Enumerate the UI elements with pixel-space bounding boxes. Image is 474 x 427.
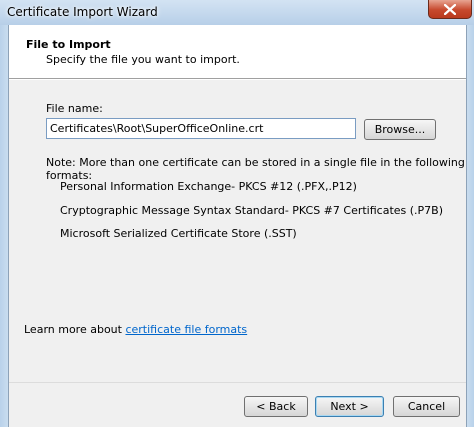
- cancel-button[interactable]: Cancel: [393, 396, 460, 417]
- file-name-label: File name:: [46, 102, 103, 115]
- header-divider: [9, 78, 466, 80]
- window-title: Certificate Import Wizard: [7, 5, 158, 19]
- close-button[interactable]: [428, 0, 472, 19]
- page-title: File to Import: [26, 38, 111, 51]
- format-item-p7b: Cryptographic Message Syntax Standard- P…: [60, 204, 444, 217]
- formats-note: Note: More than one certificate can be s…: [46, 156, 465, 182]
- file-name-input[interactable]: [46, 118, 356, 139]
- learn-more-prefix: Learn more about: [24, 323, 126, 336]
- footer-divider: [9, 382, 466, 383]
- format-item-pfx: Personal Information Exchange- PKCS #12 …: [60, 180, 357, 193]
- wizard-dialog: File to Import Specify the file you want…: [8, 25, 467, 427]
- learn-more-text: Learn more about certificate file format…: [24, 323, 247, 336]
- back-button[interactable]: < Back: [244, 396, 308, 417]
- title-bar[interactable]: Certificate Import Wizard: [0, 0, 474, 25]
- wizard-header: File to Import Specify the file you want…: [9, 25, 466, 78]
- window-frame-right: [467, 25, 474, 427]
- browse-button[interactable]: Browse...: [364, 119, 436, 140]
- certificate-formats-link[interactable]: certificate file formats: [125, 323, 247, 336]
- page-subtitle: Specify the file you want to import.: [46, 53, 240, 66]
- format-item-sst: Microsoft Serialized Certificate Store (…: [60, 227, 297, 240]
- close-icon: [444, 3, 456, 15]
- window-frame-left: [0, 25, 8, 427]
- next-button[interactable]: Next >: [315, 396, 384, 417]
